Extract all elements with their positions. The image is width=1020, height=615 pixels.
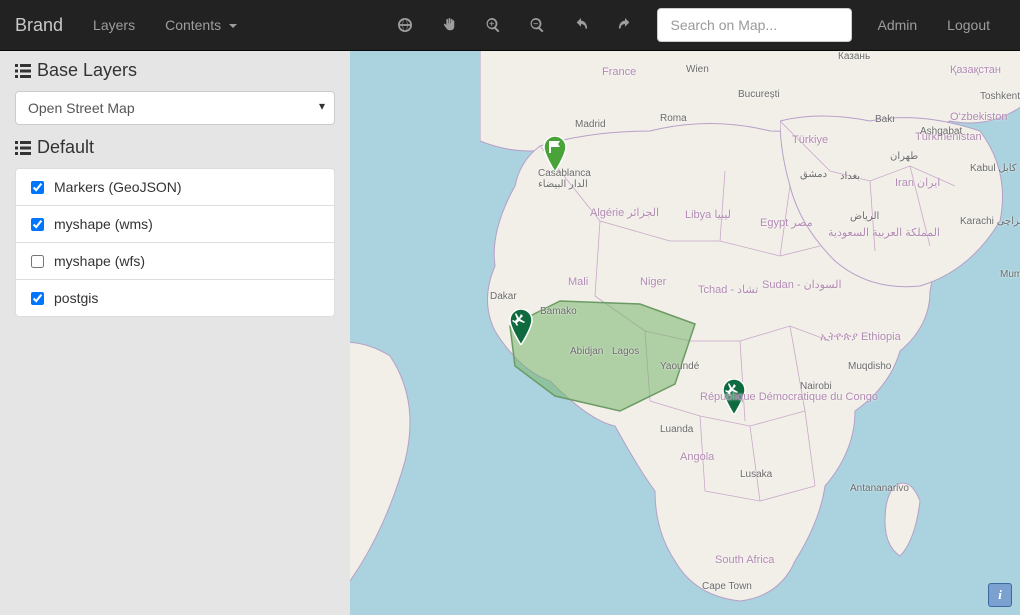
layer-label: Markers (GeoJSON) [54,179,182,195]
zoom-out-icon [530,18,544,32]
map-city-label: طهران [890,151,918,162]
redo-icon [618,18,632,32]
map-city-label: Cape Town [702,581,752,592]
map-country-label: Niger [640,276,666,288]
map-city-label: București [738,89,780,100]
sidebar: Base Layers Open Street Map Default Mark… [0,51,350,615]
nav-left: Layers Contents [78,0,252,51]
map-city-label: Karachi کراچی [960,216,1020,227]
layer-checkbox[interactable] [31,181,44,194]
map-city-label: Kabul کابل [970,163,1017,174]
map-city-label: Lagos [612,346,639,357]
map-city-label: Lusaka [740,469,772,480]
base-layer-select[interactable]: Open Street Map [15,91,335,125]
map-city-label: Mumbai मुंबई [1000,266,1020,280]
map-country-label: Mali [568,276,588,288]
list-icon [15,141,31,155]
map-country-label: Egypt مصر [760,216,813,229]
zoom-in-icon [486,18,500,32]
map-country-label: Türkiye [792,134,828,146]
search-input[interactable] [657,8,852,42]
nav-toolbar [383,0,647,51]
map-city-label: Wien [686,64,709,75]
layer-checkbox[interactable] [31,255,44,268]
layer-checkbox[interactable] [31,218,44,231]
map-country-label: Algérie الجزائر [590,206,659,219]
caret-down-icon [229,24,237,28]
pan-button[interactable] [427,0,471,51]
nav-layers[interactable]: Layers [78,0,150,51]
map-country-label: France [602,66,636,78]
layer-list: Markers (GeoJSON) myshape (wms) myshape … [15,168,335,317]
map-country-label: المملكة العربية السعودية [828,226,940,239]
globe-button[interactable] [383,0,427,51]
base-layers-title: Base Layers [37,60,137,81]
layer-item[interactable]: postgis [16,279,334,316]
layer-item[interactable]: Markers (GeoJSON) [16,169,334,205]
map-city-label: Dakar [490,291,517,302]
nav-contents-label: Contents [165,17,221,33]
map-city-label: Luanda [660,424,693,435]
zoom-out-button[interactable] [515,0,559,51]
map-city-label: Casablanca [538,168,591,179]
map-city-label: Bakı [875,114,895,125]
map-city-label: بغداد [840,171,860,182]
map-country-label: O‘zbekiston [950,111,1007,123]
south-america-landmass [350,331,440,591]
map-city-label: الدار البيضاء [538,179,588,190]
map-info-button[interactable]: i [988,583,1012,607]
map-city-label: Bamako [540,306,577,317]
undo-button[interactable] [559,0,603,51]
nav-contents-dropdown[interactable]: Contents [150,0,252,51]
layer-item[interactable]: myshape (wfs) [16,242,334,279]
map-marker-plane[interactable] [508,309,534,345]
layer-checkbox[interactable] [31,292,44,305]
list-icon [15,64,31,78]
nav-admin[interactable]: Admin [862,0,932,51]
map-country-label: République Démocratique du Congo [700,391,878,403]
map-canvas[interactable]: France Algérie الجزائر Libya ليبيا Egypt مص… [350,51,1020,615]
base-layers-header: Base Layers [15,60,335,81]
map-country-label: Қазақстан [950,64,1001,76]
zoom-in-button[interactable] [471,0,515,51]
nav-logout[interactable]: Logout [932,0,1005,51]
map-city-label: دمشق [800,169,827,180]
body: Base Layers Open Street Map Default Mark… [0,51,1020,615]
map-country-label: Libya ليبيا [685,208,731,221]
default-group-title: Default [37,137,94,158]
map-city-label: Madrid [575,119,606,130]
info-icon: i [998,587,1002,603]
brand-link[interactable]: Brand [15,15,78,36]
navbar: Brand Layers Contents Admin Logout [0,0,1020,51]
map-city-label: Yaoundé [660,361,699,372]
map-city-label: Muqdisho [848,361,891,372]
map-country-label: Iran ایران [895,176,940,189]
map-city-label: Roma [660,113,687,124]
layer-label: postgis [54,290,98,306]
redo-button[interactable] [603,0,647,51]
undo-icon [574,18,588,32]
map-city-label: Казань [838,51,870,62]
map-country-label: ኢትዮጵያ Ethiopia [820,331,901,344]
base-layer-select-wrap: Open Street Map [15,91,335,125]
layer-label: myshape (wms) [54,216,153,232]
map-city-label: Antananarivo [850,483,909,494]
map-city-label: Abidjan [570,346,603,357]
map-city-label: Nairobi [800,381,832,392]
globe-icon [398,18,412,32]
default-group-header: Default [15,137,335,158]
map-country-label: South Africa [715,554,774,566]
layer-item[interactable]: myshape (wms) [16,205,334,242]
map-marker-flag[interactable] [542,136,568,172]
map-country-label: Angola [680,451,714,463]
layer-label: myshape (wfs) [54,253,145,269]
map-country-label: Tchad - تشاد [698,283,758,296]
map-city-label: الرياض [850,211,879,222]
hand-icon [442,18,456,32]
map-city-label: Ashgabat [920,126,962,137]
map-country-label: Sudan - السودان [762,278,842,291]
nav-right: Admin Logout [862,0,1005,51]
map-city-label: Toshkent [980,91,1020,102]
